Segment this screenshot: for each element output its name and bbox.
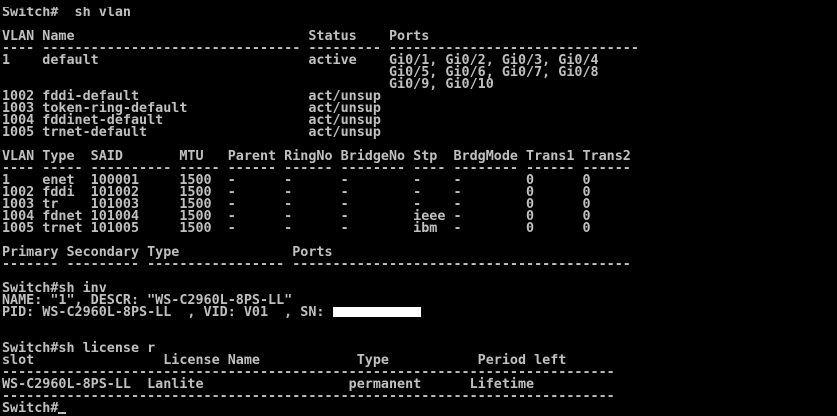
vlan-table-row: 1005 trnet-default act/unsup	[2, 125, 381, 140]
table-separator: ------- --------- ----------------- ----…	[2, 257, 631, 272]
table-separator: ----------------------------------------…	[2, 389, 615, 404]
inventory-pid-text: PID: WS-C2960L-8PS-LL , VID: V01 , SN:	[2, 305, 333, 320]
prompt-line[interactable]: Switch#	[2, 401, 835, 416]
terminal-output[interactable]: Switch# sh vlan VLAN Name Status Ports -…	[2, 7, 835, 416]
terminal-line: Switch# sh vlan	[2, 7, 131, 20]
serial-number-redaction	[332, 307, 421, 317]
cursor	[58, 412, 67, 414]
prompt-text: Switch#	[2, 401, 59, 416]
vlan-type-table-row: 1005 trnet 101005 1500 - - - ibm - 0 0	[2, 221, 591, 236]
inventory-pid-line: PID: WS-C2960L-8PS-LL , VID: V01 , SN:	[2, 305, 835, 320]
